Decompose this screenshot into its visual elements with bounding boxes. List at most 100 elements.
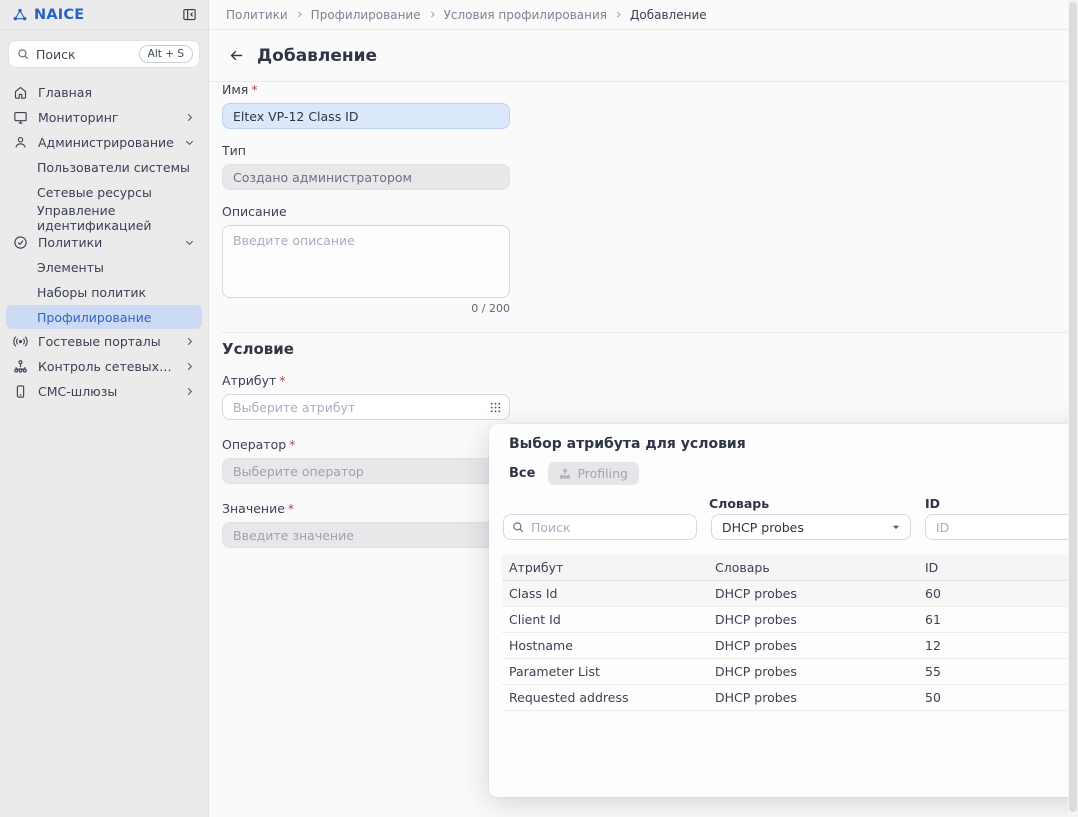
chevron-right-icon xyxy=(295,10,304,19)
chevron-right-icon xyxy=(183,360,196,373)
id-filter-input[interactable] xyxy=(925,514,1078,540)
attribute-table: Атрибут Словарь ID Class Id DHCP probes … xyxy=(502,555,1078,711)
sidebar-item-label: Управление идентификацией xyxy=(37,203,196,233)
operator-field-label: Оператор* xyxy=(222,437,510,452)
sidebar-item-label: Контроль сетевых устро... xyxy=(38,359,174,374)
page-title: Добавление xyxy=(257,46,377,66)
description-field-label: Описание xyxy=(222,204,510,219)
sidebar-item-policies[interactable]: Политики xyxy=(0,230,208,255)
tab-profiling[interactable]: Profiling xyxy=(548,462,639,485)
sidebar-item-administration[interactable]: Администрирование xyxy=(0,130,208,155)
breadcrumb-current: Добавление xyxy=(630,8,707,22)
chevron-down-icon xyxy=(183,136,196,149)
cell-attribute: Requested address xyxy=(502,690,715,705)
breadcrumb-link-profiling-conditions[interactable]: Условия профилирования xyxy=(444,8,607,22)
table-row[interactable]: Requested address DHCP probes 50 xyxy=(502,685,1078,711)
dictionary-select[interactable]: DHCP probes xyxy=(711,514,911,540)
dialog-search xyxy=(503,514,697,540)
sidebar-item-identity-management[interactable]: Управление идентификацией xyxy=(0,205,208,230)
sidebar-item-label: Мониторинг xyxy=(38,110,174,125)
cell-id: 55 xyxy=(925,664,1078,679)
search-shortcut-badge: Alt + S xyxy=(139,45,193,63)
attribute-field[interactable] xyxy=(222,394,510,420)
sidebar-item-network-resources[interactable]: Сетевые ресурсы xyxy=(0,180,208,205)
shield-check-icon xyxy=(12,234,29,251)
sidebar-item-profiling[interactable]: Профилирование xyxy=(6,305,202,329)
table-row[interactable]: Parameter List DHCP probes 55 xyxy=(502,659,1078,685)
breadcrumb: Политики Профилирование Условия профилир… xyxy=(209,0,1078,30)
chevron-right-icon xyxy=(183,111,196,124)
char-counter: 0 / 200 xyxy=(222,302,510,315)
sidebar-item-label: Наборы политик xyxy=(37,285,146,300)
sidebar-item-sms-gateways[interactable]: СМС-шлюзы xyxy=(0,379,208,404)
sidebar-item-label: Сетевые ресурсы xyxy=(37,185,152,200)
sidebar-item-home[interactable]: Главная xyxy=(0,80,208,105)
dictionary-select-value: DHCP probes xyxy=(722,520,804,535)
table-row[interactable]: Client Id DHCP probes 61 xyxy=(502,607,1078,633)
description-field[interactable] xyxy=(222,225,510,298)
table-row[interactable]: Class Id DHCP probes 60 xyxy=(502,581,1078,607)
chevron-right-icon xyxy=(428,10,437,19)
dialog-search-input[interactable] xyxy=(531,520,688,535)
cell-dictionary: DHCP probes xyxy=(715,612,925,627)
monitor-icon xyxy=(12,109,29,126)
sidebar-item-label: Администрирование xyxy=(38,135,174,150)
cell-dictionary: DHCP probes xyxy=(715,690,925,705)
phone-icon xyxy=(12,383,29,400)
sidebar-item-label: Главная xyxy=(38,85,196,100)
col-header-attribute: Атрибут xyxy=(502,560,715,575)
cell-id: 61 xyxy=(925,612,1078,627)
collapse-sidebar-icon[interactable] xyxy=(180,6,198,24)
name-field[interactable] xyxy=(222,103,510,129)
attribute-picker-grid-icon[interactable] xyxy=(488,400,503,415)
name-field-label: Имя* xyxy=(222,82,510,97)
cell-attribute: Client Id xyxy=(502,612,715,627)
sidebar: NAICE Alt + S Главная xyxy=(0,0,209,817)
col-header-id: ID xyxy=(925,560,1078,575)
chevron-right-icon xyxy=(614,10,623,19)
search-input[interactable] xyxy=(36,47,133,62)
brand-name: NAICE xyxy=(34,7,84,23)
sidebar-item-policy-sets[interactable]: Наборы политик xyxy=(0,280,208,305)
dialog-title: Выбор атрибута для условия xyxy=(489,424,1078,452)
sidebar-item-label: Пользователи системы xyxy=(37,160,190,175)
sidebar-item-elements[interactable]: Элементы xyxy=(0,255,208,280)
sidebar-item-monitoring[interactable]: Мониторинг xyxy=(0,105,208,130)
section-divider xyxy=(222,332,1068,333)
type-field xyxy=(222,164,510,190)
hierarchy-icon xyxy=(12,358,29,375)
required-asterisk: * xyxy=(251,82,257,97)
cell-id: 60 xyxy=(925,586,1078,601)
sidebar-item-label: Политики xyxy=(38,235,174,250)
sidebar-item-system-users[interactable]: Пользователи системы xyxy=(0,155,208,180)
cell-dictionary: DHCP probes xyxy=(715,586,925,601)
search-icon xyxy=(512,521,525,534)
table-row[interactable]: Hostname DHCP probes 12 xyxy=(502,633,1078,659)
scrollbar-thumb[interactable] xyxy=(1069,2,1077,812)
required-asterisk: * xyxy=(279,373,285,388)
caret-down-icon xyxy=(891,522,901,532)
breadcrumb-link-profiling[interactable]: Профилирование xyxy=(311,8,421,22)
attribute-field-label: Атрибут* xyxy=(222,373,510,388)
col-header-dictionary: Словарь xyxy=(715,560,925,575)
search-icon xyxy=(17,48,30,61)
sidebar-item-guest-portals[interactable]: Гостевые порталы xyxy=(0,329,208,354)
value-field-label: Значение* xyxy=(222,501,510,516)
operator-field xyxy=(222,458,510,484)
tab-profiling-label: Profiling xyxy=(577,466,628,481)
back-arrow-icon[interactable] xyxy=(226,46,246,66)
sidebar-item-label: СМС-шлюзы xyxy=(38,384,174,399)
cell-attribute: Class Id xyxy=(502,586,715,601)
breadcrumb-link-policies[interactable]: Политики xyxy=(226,8,288,22)
brand-logo[interactable]: NAICE xyxy=(12,7,84,23)
required-asterisk: * xyxy=(289,437,295,452)
network-logo-icon xyxy=(12,7,28,23)
vertical-scrollbar[interactable] xyxy=(1068,0,1078,817)
cell-attribute: Parameter List xyxy=(502,664,715,679)
tab-all[interactable]: Все xyxy=(509,466,535,481)
wifi-portal-icon xyxy=(12,333,29,350)
sidebar-item-label: Профилирование xyxy=(37,310,152,325)
id-filter-label: ID xyxy=(925,496,940,511)
sidebar-item-network-device-control[interactable]: Контроль сетевых устро... xyxy=(0,354,208,379)
dictionary-filter-label: Словарь xyxy=(709,496,769,511)
